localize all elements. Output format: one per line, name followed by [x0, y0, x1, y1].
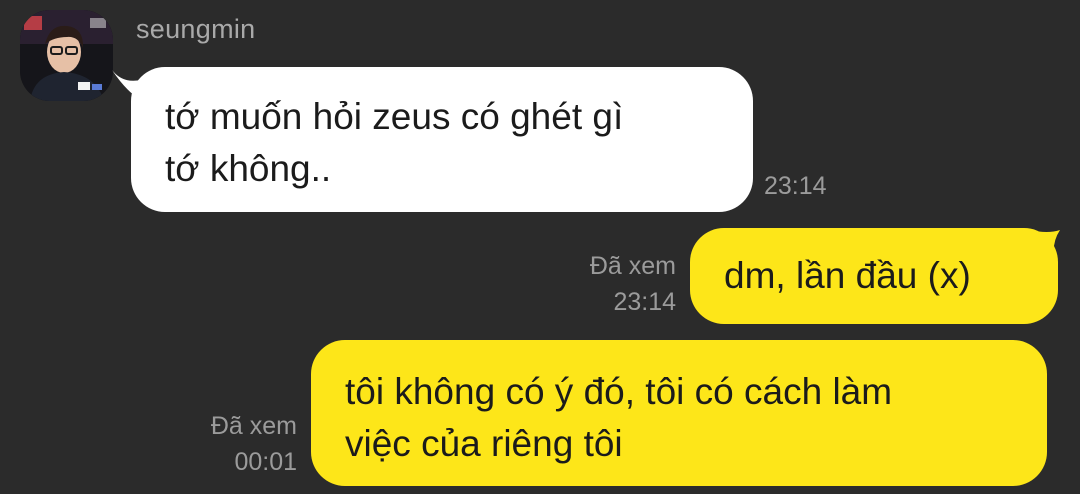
message-time: 00:01 [234, 448, 297, 476]
sender-name: seungmin [136, 14, 256, 44]
message-meta: Đã xem 23:14 [590, 248, 676, 320]
message-time: 23:14 [613, 288, 676, 316]
avatar[interactable] [20, 10, 113, 101]
outgoing-message-bubble[interactable]: tôi không có ý đó, tôi có cách làm việc … [311, 340, 1047, 486]
message-meta: 23:14 [764, 168, 827, 204]
incoming-message-bubble[interactable]: tớ muốn hỏi zeus có ghét gì tớ không.. [131, 67, 753, 212]
read-status: Đã xem [210, 412, 297, 440]
outgoing-message-bubble[interactable]: dm, lần đầu (x) [690, 228, 1058, 324]
message-time: 23:14 [764, 172, 827, 200]
message-meta: Đã xem 00:01 [211, 408, 297, 480]
profile-photo-icon [20, 10, 113, 101]
read-status: Đã xem [589, 252, 676, 280]
